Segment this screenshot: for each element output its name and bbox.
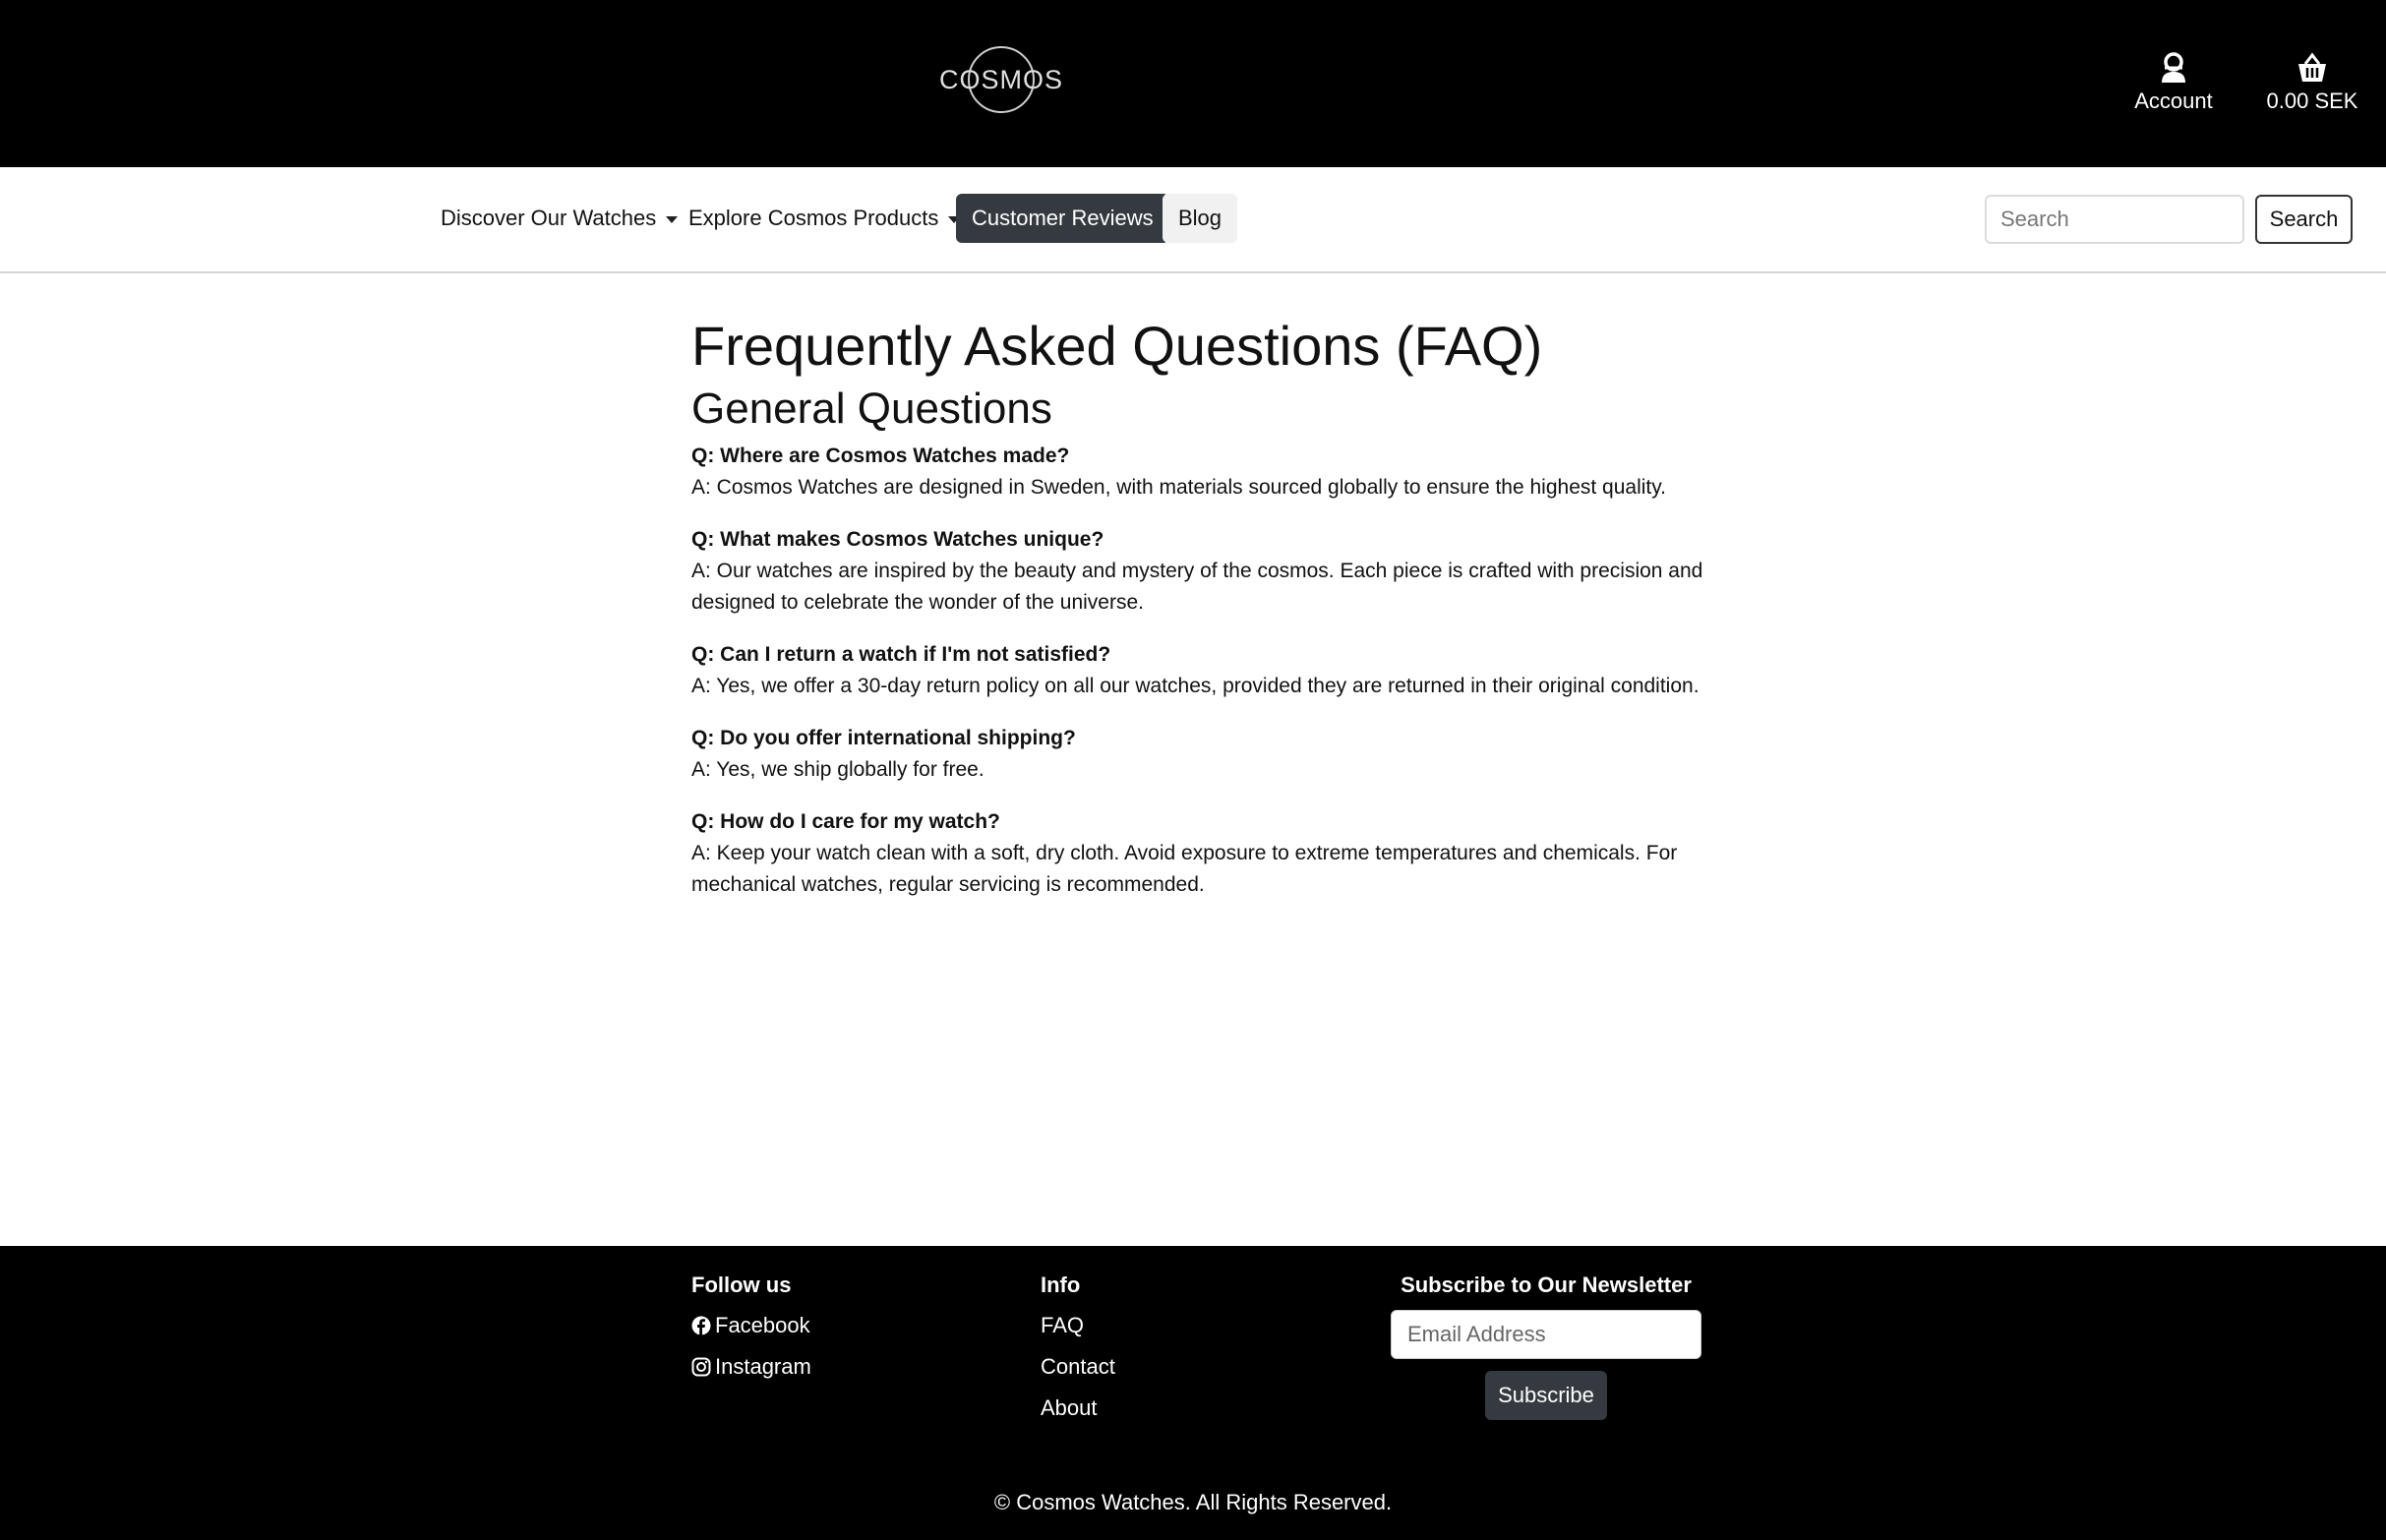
footer-link-contact[interactable]: Contact (1041, 1346, 1115, 1388)
search-button[interactable]: Search (2255, 195, 2353, 244)
footer-link-about[interactable]: About (1041, 1388, 1115, 1429)
nav-label: Blog (1178, 206, 1223, 230)
email-field[interactable] (1391, 1310, 1701, 1359)
nav-label: Customer Reviews (972, 206, 1154, 230)
account-link[interactable]: Account (2124, 51, 2223, 114)
footer-newsletter: Subscribe to Our Newsletter Subscribe (1391, 1266, 1701, 1420)
instagram-icon (691, 1357, 711, 1377)
faq-item: Q: Where are Cosmos Watches made? A: Cos… (691, 441, 1714, 503)
info-heading: Info (1041, 1273, 1081, 1297)
faq-question: Q: Do you offer international shipping? (691, 727, 1076, 749)
logo-text: COSMOS (939, 65, 1063, 94)
facebook-label: Facebook (715, 1313, 810, 1337)
nav-label: Explore Cosmos Products (688, 206, 939, 230)
main-nav: Discover Our Watches Explore Cosmos Prod… (0, 167, 2386, 273)
basket-icon (2298, 52, 2326, 82)
nav-explore-products[interactable]: Explore Cosmos Products (673, 194, 976, 243)
faq-content: Frequently Asked Questions (FAQ) General… (691, 313, 1714, 921)
faq-item: Q: What makes Cosmos Watches unique? A: … (691, 524, 1714, 619)
nav-blog[interactable]: Blog (1163, 194, 1238, 243)
faq-question: Q: Can I return a watch if I'm not satis… (691, 643, 1111, 666)
top-header: COSMOS Account 0.00 SEK (0, 0, 2386, 167)
faq-answer: A: Cosmos Watches are designed in Sweden… (691, 476, 1667, 499)
instagram-label: Instagram (715, 1354, 811, 1379)
faq-answer: A: Yes, we offer a 30-day return policy … (691, 675, 1700, 697)
nav-discover-watches[interactable]: Discover Our Watches (425, 194, 693, 243)
copyright-text: © Cosmos Watches. All Rights Reserved. (993, 1490, 1393, 1514)
page-title: Frequently Asked Questions (FAQ) (691, 315, 1543, 377)
faq-item: Q: Can I return a watch if I'm not satis… (691, 639, 1714, 702)
subscribe-button[interactable]: Subscribe (1485, 1371, 1607, 1420)
user-icon (2162, 52, 2185, 83)
section-title: General Questions (691, 385, 1052, 433)
site-footer: Follow us Facebook Instagram Info FAQ Co… (0, 1246, 2386, 1540)
faq-item: Q: Do you offer international shipping? … (691, 723, 1714, 786)
instagram-link[interactable]: Instagram (691, 1346, 811, 1388)
footer-follow: Follow us Facebook Instagram (691, 1266, 811, 1388)
facebook-link[interactable]: Facebook (691, 1305, 811, 1346)
nav-label: Discover Our Watches (441, 206, 657, 230)
footer-link-faq[interactable]: FAQ (1041, 1305, 1115, 1346)
nav-customer-reviews[interactable]: Customer Reviews (956, 194, 1169, 243)
cart-total: 0.00 SEK (2266, 89, 2358, 113)
faq-question: Q: Where are Cosmos Watches made? (691, 444, 1070, 467)
faq-question: Q: How do I care for my watch? (691, 810, 1000, 833)
facebook-icon (691, 1316, 711, 1335)
faq-question: Q: What makes Cosmos Watches unique? (691, 528, 1104, 551)
footer-info: Info FAQ Contact About (1041, 1266, 1115, 1429)
faq-answer: A: Yes, we ship globally for free. (691, 758, 984, 781)
search-input[interactable] (1985, 195, 2244, 244)
newsletter-heading: Subscribe to Our Newsletter (1401, 1273, 1692, 1297)
faq-list: Q: Where are Cosmos Watches made? A: Cos… (691, 441, 1714, 901)
cosmos-logo[interactable]: COSMOS (938, 43, 1064, 116)
faq-item: Q: How do I care for my watch? A: Keep y… (691, 806, 1714, 901)
faq-answer: A: Keep your watch clean with a soft, dr… (691, 842, 1678, 896)
follow-heading: Follow us (691, 1273, 792, 1297)
faq-answer: A: Our watches are inspired by the beaut… (691, 560, 1703, 614)
cart-link[interactable]: 0.00 SEK (2258, 51, 2366, 114)
account-label: Account (2134, 89, 2213, 113)
